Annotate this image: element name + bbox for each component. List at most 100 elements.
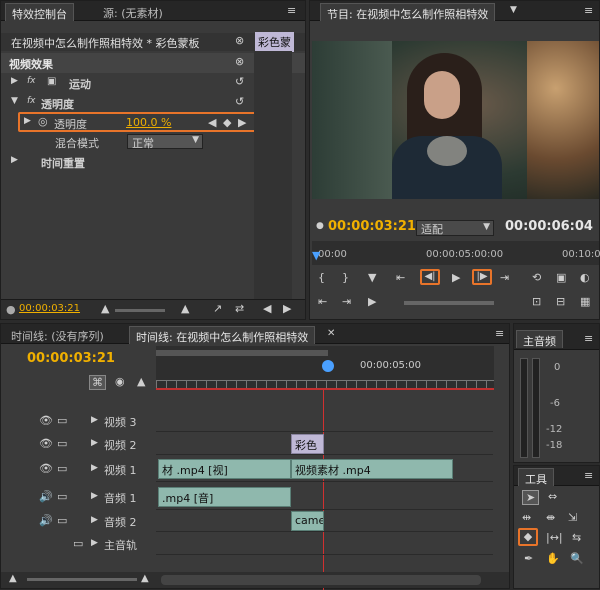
expand-icon[interactable]: ▶: [91, 463, 98, 473]
footer-tool-icon-2[interactable]: ⇄: [235, 302, 244, 315]
slip-tool-icon[interactable]: |↔|: [546, 531, 563, 544]
lock-icon[interactable]: ▭: [57, 514, 67, 527]
lock-icon[interactable]: ▭: [57, 437, 67, 450]
eye-icon[interactable]: 👁: [39, 462, 53, 475]
lock-icon[interactable]: ▭: [57, 462, 67, 475]
panel-menu-icon[interactable]: ≡: [584, 332, 593, 345]
expand-icon[interactable]: ▶: [11, 155, 18, 165]
track-master[interactable]: ▭ ▶ 主音轨: [1, 533, 493, 555]
zoom-in-icon[interactable]: ▲: [181, 302, 189, 315]
tab-master-audio[interactable]: 主音频: [516, 330, 563, 348]
slide-tool-icon[interactable]: ⇆: [572, 531, 581, 544]
zoom-out-icon[interactable]: ▲: [9, 573, 17, 584]
eye-icon[interactable]: 👁: [39, 437, 53, 450]
fit-select[interactable]: 适配 ▼: [416, 220, 494, 236]
tab-effect-controls[interactable]: 特效控制台: [5, 3, 74, 21]
snap-icon[interactable]: ⌘: [89, 375, 106, 390]
collapse-arrow-icon[interactable]: ▼: [11, 96, 18, 106]
reset-icon[interactable]: ↺: [235, 95, 244, 108]
clip-video-right[interactable]: 视频素材 .mp4: [291, 459, 453, 479]
play-icon[interactable]: ▶: [452, 271, 460, 284]
scroll-left-icon[interactable]: ◀: [263, 302, 271, 315]
loop-icon[interactable]: ⟲: [532, 271, 541, 284]
track-video-2[interactable]: 👁 ▭ ▶ 视频 2 彩色: [1, 433, 493, 455]
speaker-icon[interactable]: 🔊: [39, 490, 53, 503]
track-audio-2[interactable]: 🔊 ▭ ▶ 音频 2 camer: [1, 510, 493, 532]
rolling-edit-tool-icon[interactable]: ⇼: [546, 511, 555, 524]
step-back-icon[interactable]: ◀|: [420, 269, 440, 285]
jog-shuttle[interactable]: [404, 301, 494, 305]
monitor-ruler[interactable]: 00:00 00:00:05:00:00 00:10:0 ▼: [312, 241, 600, 265]
expand-icon[interactable]: ▶: [91, 438, 98, 448]
go-to-in-icon[interactable]: ⇤: [396, 271, 405, 284]
clip-color-matte[interactable]: 彩色: [291, 434, 324, 454]
tab-timeline-active[interactable]: 时间线: 在视频中怎么制作照相特效: [129, 326, 316, 344]
expand-icon[interactable]: ▶: [91, 415, 98, 425]
track-select-tool-icon[interactable]: ⇔: [548, 490, 557, 503]
expand-icon[interactable]: ▶: [11, 76, 18, 86]
track-video-1[interactable]: 👁 ▭ ▶ 视频 1 材 .mp4 [视] 视频素材 .mp4: [1, 456, 493, 482]
panel-menu-icon[interactable]: ≡: [584, 4, 593, 17]
reset-icon[interactable]: ↺: [235, 75, 244, 88]
opacity-value[interactable]: 100.0 %: [126, 116, 171, 129]
ripple-edit-tool-icon[interactable]: ⇹: [522, 511, 531, 524]
clip-video-left[interactable]: 材 .mp4 [视]: [158, 459, 291, 479]
keyframe-icon[interactable]: ▲: [137, 375, 145, 388]
expand-icon[interactable]: ▶: [91, 538, 98, 548]
expand-icon[interactable]: ▶: [91, 491, 98, 501]
collapse-section-icon[interactable]: ⊗: [235, 55, 244, 68]
tab-source[interactable]: 源: (无素材): [97, 3, 169, 21]
eye-icon[interactable]: 👁: [39, 414, 53, 427]
add-keyframe-icon[interactable]: ◆: [223, 116, 231, 129]
tab-program[interactable]: 节目: 在视频中怎么制作照相特效: [320, 3, 496, 21]
track-audio-1[interactable]: 🔊 ▭ ▶ 音频 1 .mp4 [音]: [1, 484, 493, 510]
blend-mode-select[interactable]: 正常 ▼: [127, 134, 203, 150]
lift-icon[interactable]: ⊡: [532, 295, 541, 308]
expand-icon[interactable]: ▶: [24, 116, 31, 126]
tab-timeline-empty[interactable]: 时间线: (没有序列): [5, 326, 110, 344]
footer-tool-icon[interactable]: ↗: [213, 302, 222, 315]
step-forward-icon[interactable]: |▶: [472, 269, 492, 285]
tab-tools[interactable]: 工具: [518, 468, 554, 486]
shuttle-left-icon[interactable]: ⇥: [342, 295, 351, 308]
horizontal-scrollbar[interactable]: [161, 575, 481, 585]
mark-in-icon[interactable]: {: [318, 271, 325, 284]
selection-tool-icon[interactable]: ➤: [522, 490, 540, 505]
marker-icon[interactable]: ▼: [368, 271, 376, 284]
chevron-down-icon[interactable]: ▼: [510, 5, 517, 15]
lock-icon[interactable]: ▭: [73, 537, 83, 550]
zoom-in-icon[interactable]: ▲: [141, 573, 149, 584]
zoom-slider[interactable]: [27, 578, 137, 581]
output-icon[interactable]: ◐: [580, 271, 590, 284]
hand-tool-icon[interactable]: ✋: [546, 552, 560, 565]
export-frame-icon[interactable]: ▦: [580, 295, 590, 308]
panel-menu-icon[interactable]: ≡: [584, 469, 593, 482]
zoom-slider[interactable]: [115, 309, 165, 312]
speaker-icon[interactable]: 🔊: [39, 514, 53, 527]
timeline-ruler[interactable]: 00:00:05:00: [156, 346, 494, 390]
close-icon[interactable]: ✕: [327, 328, 335, 339]
scroll-right-icon[interactable]: ▶: [283, 302, 291, 315]
zoom-out-icon[interactable]: ▲: [101, 302, 109, 315]
clip-audio-2[interactable]: camer: [291, 511, 324, 531]
marker-add-icon[interactable]: ◉: [115, 375, 125, 388]
work-area-bar[interactable]: [156, 350, 328, 356]
track-video-3[interactable]: 👁 ▭ ▶ 视频 3: [1, 410, 493, 432]
play-in-to-out-icon[interactable]: ⇤: [318, 295, 327, 308]
collapse-icon[interactable]: ⊗: [235, 34, 244, 47]
panel-menu-icon[interactable]: ≡: [287, 4, 296, 17]
lock-icon[interactable]: ▭: [57, 414, 67, 427]
razor-tool-icon[interactable]: ◆: [518, 528, 538, 546]
safe-margins-icon[interactable]: ▣: [556, 271, 566, 284]
effect-timecode[interactable]: 00:00:03:21: [19, 303, 80, 314]
trim-icon[interactable]: ▶: [368, 295, 376, 308]
zoom-tool-icon[interactable]: 🔍: [570, 552, 584, 565]
opacity-property-row[interactable]: ▶ ◎ 透明度 100.0 % ◀ ◆ ▶ ◇ ◀: [18, 112, 288, 132]
stopwatch-icon[interactable]: ◎: [38, 115, 48, 128]
lock-icon[interactable]: ▭: [57, 490, 67, 503]
playhead-marker[interactable]: [322, 360, 334, 372]
next-keyframe-icon[interactable]: ▶: [238, 116, 246, 129]
go-to-out-icon[interactable]: ⇥: [500, 271, 509, 284]
rate-stretch-tool-icon[interactable]: ⇲: [568, 511, 577, 524]
clip-audio-1[interactable]: .mp4 [音]: [158, 487, 291, 507]
